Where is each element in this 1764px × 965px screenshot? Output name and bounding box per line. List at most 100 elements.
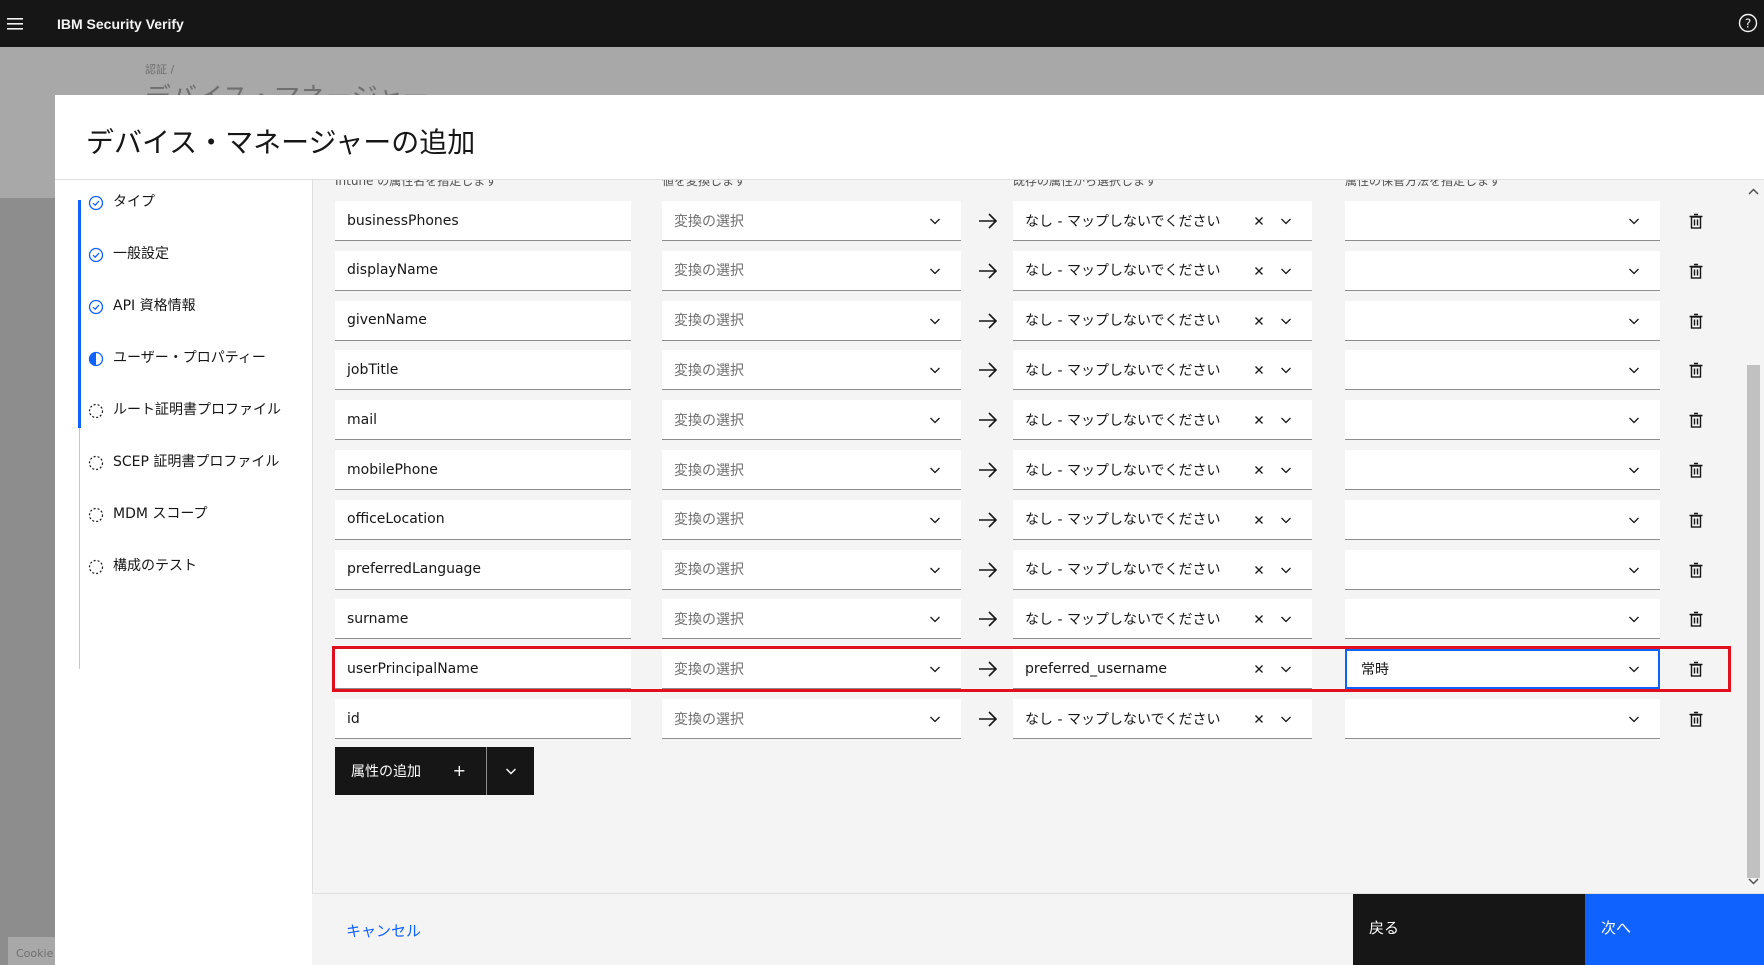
storage-method-select[interactable]: [1345, 499, 1660, 540]
attribute-row: displayName 変換の選択 なし - マップしないでください: [312, 250, 1764, 291]
transform-select[interactable]: 変換の選択: [662, 499, 961, 540]
trash-icon[interactable]: [1687, 411, 1705, 429]
trash-icon[interactable]: [1687, 461, 1705, 479]
trash-icon[interactable]: [1687, 212, 1705, 230]
progress-step-general[interactable]: 一般設定: [88, 245, 298, 264]
transform-select[interactable]: 変換の選択: [662, 450, 961, 490]
clear-icon[interactable]: [1252, 563, 1266, 577]
clear-icon[interactable]: [1252, 314, 1266, 328]
scroll-down-icon[interactable]: [1747, 875, 1760, 887]
progress-step-root-cert-profile[interactable]: ルート証明書プロファイル: [88, 401, 298, 420]
attribute-name-input[interactable]: jobTitle: [335, 350, 631, 391]
clear-icon[interactable]: [1252, 662, 1266, 676]
clear-icon[interactable]: [1252, 612, 1266, 626]
cancel-button[interactable]: キャンセル: [346, 920, 421, 941]
trash-icon[interactable]: [1687, 561, 1705, 579]
scroll-up-icon[interactable]: [1747, 186, 1760, 198]
trash-icon[interactable]: [1687, 710, 1705, 728]
attribute-name-input[interactable]: id: [335, 699, 631, 739]
dashed-circle-icon: [88, 403, 104, 419]
transform-select[interactable]: 変換の選択: [662, 300, 961, 341]
storage-method-select[interactable]: [1345, 599, 1660, 640]
add-attribute-button[interactable]: 属性の追加 +: [335, 747, 486, 795]
chevron-down-icon: [930, 268, 940, 275]
transform-select[interactable]: 変換の選択: [662, 649, 961, 690]
storage-method-select[interactable]: [1345, 549, 1660, 590]
trash-icon[interactable]: [1687, 312, 1705, 330]
clear-icon[interactable]: [1252, 363, 1266, 377]
transform-select[interactable]: 変換の選択: [662, 350, 961, 391]
add-attribute-menu-button[interactable]: [487, 747, 534, 795]
source-attribute-combobox[interactable]: なし - マップしないでください: [1013, 400, 1312, 441]
progress-step-type[interactable]: タイプ: [88, 193, 298, 212]
attribute-name-input[interactable]: givenName: [335, 300, 631, 341]
storage-method-select[interactable]: [1345, 300, 1660, 341]
trash-icon[interactable]: [1687, 361, 1705, 379]
source-attribute-combobox[interactable]: なし - マップしないでください: [1013, 599, 1312, 640]
attribute-name-input[interactable]: officeLocation: [335, 499, 631, 540]
storage-method-select[interactable]: [1345, 201, 1660, 241]
chevron-down-icon: [930, 318, 940, 325]
attribute-name-input[interactable]: surname: [335, 599, 631, 640]
chevron-down-icon: [1281, 218, 1291, 225]
trash-icon[interactable]: [1687, 610, 1705, 628]
attribute-name-input[interactable]: mobilePhone: [335, 450, 631, 490]
storage-method-select[interactable]: [1345, 699, 1660, 739]
user-properties-panel: Intune の属性名を指定します 値を変換します 既存の属性から選択します 属…: [312, 180, 1764, 893]
attribute-name-input[interactable]: businessPhones: [335, 201, 631, 241]
app-title[interactable]: IBM Security Verify: [57, 16, 184, 32]
progress-step-label: ユーザー・プロパティー: [113, 350, 266, 366]
transform-select[interactable]: 変換の選択: [662, 599, 961, 640]
progress-step-mdm-scope[interactable]: MDM スコープ: [88, 505, 298, 524]
source-attribute-combobox[interactable]: なし - マップしないでください: [1013, 699, 1312, 739]
storage-method-select[interactable]: [1345, 250, 1660, 291]
back-button[interactable]: 戻る: [1353, 894, 1585, 965]
transform-select[interactable]: 変換の選択: [662, 250, 961, 291]
progress-step-config-test[interactable]: 構成のテスト: [88, 557, 298, 576]
progress-step-user-properties[interactable]: ユーザー・プロパティー: [88, 349, 298, 368]
storage-method-select[interactable]: [1345, 450, 1660, 490]
transform-select[interactable]: 変換の選択: [662, 549, 961, 590]
source-attribute-combobox[interactable]: なし - マップしないでください: [1013, 350, 1312, 391]
source-attribute-combobox[interactable]: なし - マップしないでください: [1013, 201, 1312, 241]
source-attribute-combobox[interactable]: なし - マップしないでください: [1013, 450, 1312, 490]
clear-icon[interactable]: [1252, 463, 1266, 477]
help-icon[interactable]: ?: [1738, 13, 1758, 33]
trash-icon[interactable]: [1687, 262, 1705, 280]
attribute-name-input[interactable]: preferredLanguage: [335, 549, 631, 590]
clear-icon[interactable]: [1252, 214, 1266, 228]
source-attribute-combobox[interactable]: preferred_username: [1013, 649, 1312, 690]
storage-method-value: 常時: [1361, 661, 1389, 678]
clear-icon[interactable]: [1252, 712, 1266, 726]
transform-select[interactable]: 変換の選択: [662, 699, 961, 739]
storage-method-select[interactable]: [1345, 400, 1660, 441]
attribute-name-input[interactable]: mail: [335, 400, 631, 441]
attribute-name-input[interactable]: displayName: [335, 250, 631, 291]
transform-select[interactable]: 変換の選択: [662, 201, 961, 241]
chevron-down-icon: [1281, 417, 1291, 424]
scrollbar-thumb[interactable]: [1747, 365, 1760, 878]
source-attribute-value: なし - マップしないでください: [1025, 213, 1221, 230]
clear-icon[interactable]: [1252, 513, 1266, 527]
hamburger-menu-icon[interactable]: [0, 0, 30, 47]
clear-icon[interactable]: [1252, 264, 1266, 278]
progress-step-api-credentials[interactable]: API 資格情報: [88, 297, 298, 316]
source-attribute-combobox[interactable]: なし - マップしないでください: [1013, 300, 1312, 341]
clear-icon[interactable]: [1252, 413, 1266, 427]
progress-step-label: タイプ: [113, 194, 155, 210]
content-scrollbar[interactable]: [1743, 180, 1764, 893]
source-attribute-combobox[interactable]: なし - マップしないでください: [1013, 549, 1312, 590]
trash-icon[interactable]: [1687, 660, 1705, 678]
source-attribute-value: なし - マップしないでください: [1025, 462, 1221, 479]
storage-method-select[interactable]: [1345, 350, 1660, 391]
source-attribute-combobox[interactable]: なし - マップしないでください: [1013, 499, 1312, 540]
trash-icon[interactable]: [1687, 511, 1705, 529]
storage-method-select[interactable]: 常時: [1345, 649, 1660, 690]
attribute-name-input[interactable]: userPrincipalName: [335, 649, 631, 690]
column-hint-store: 属性の保管方法を指定します: [1345, 180, 1502, 188]
arrow-right-icon: [979, 661, 998, 677]
progress-step-scep-cert-profile[interactable]: SCEP 証明書プロファイル: [88, 453, 298, 472]
transform-select[interactable]: 変換の選択: [662, 400, 961, 441]
source-attribute-combobox[interactable]: なし - マップしないでください: [1013, 250, 1312, 291]
next-button[interactable]: 次へ: [1585, 894, 1764, 965]
